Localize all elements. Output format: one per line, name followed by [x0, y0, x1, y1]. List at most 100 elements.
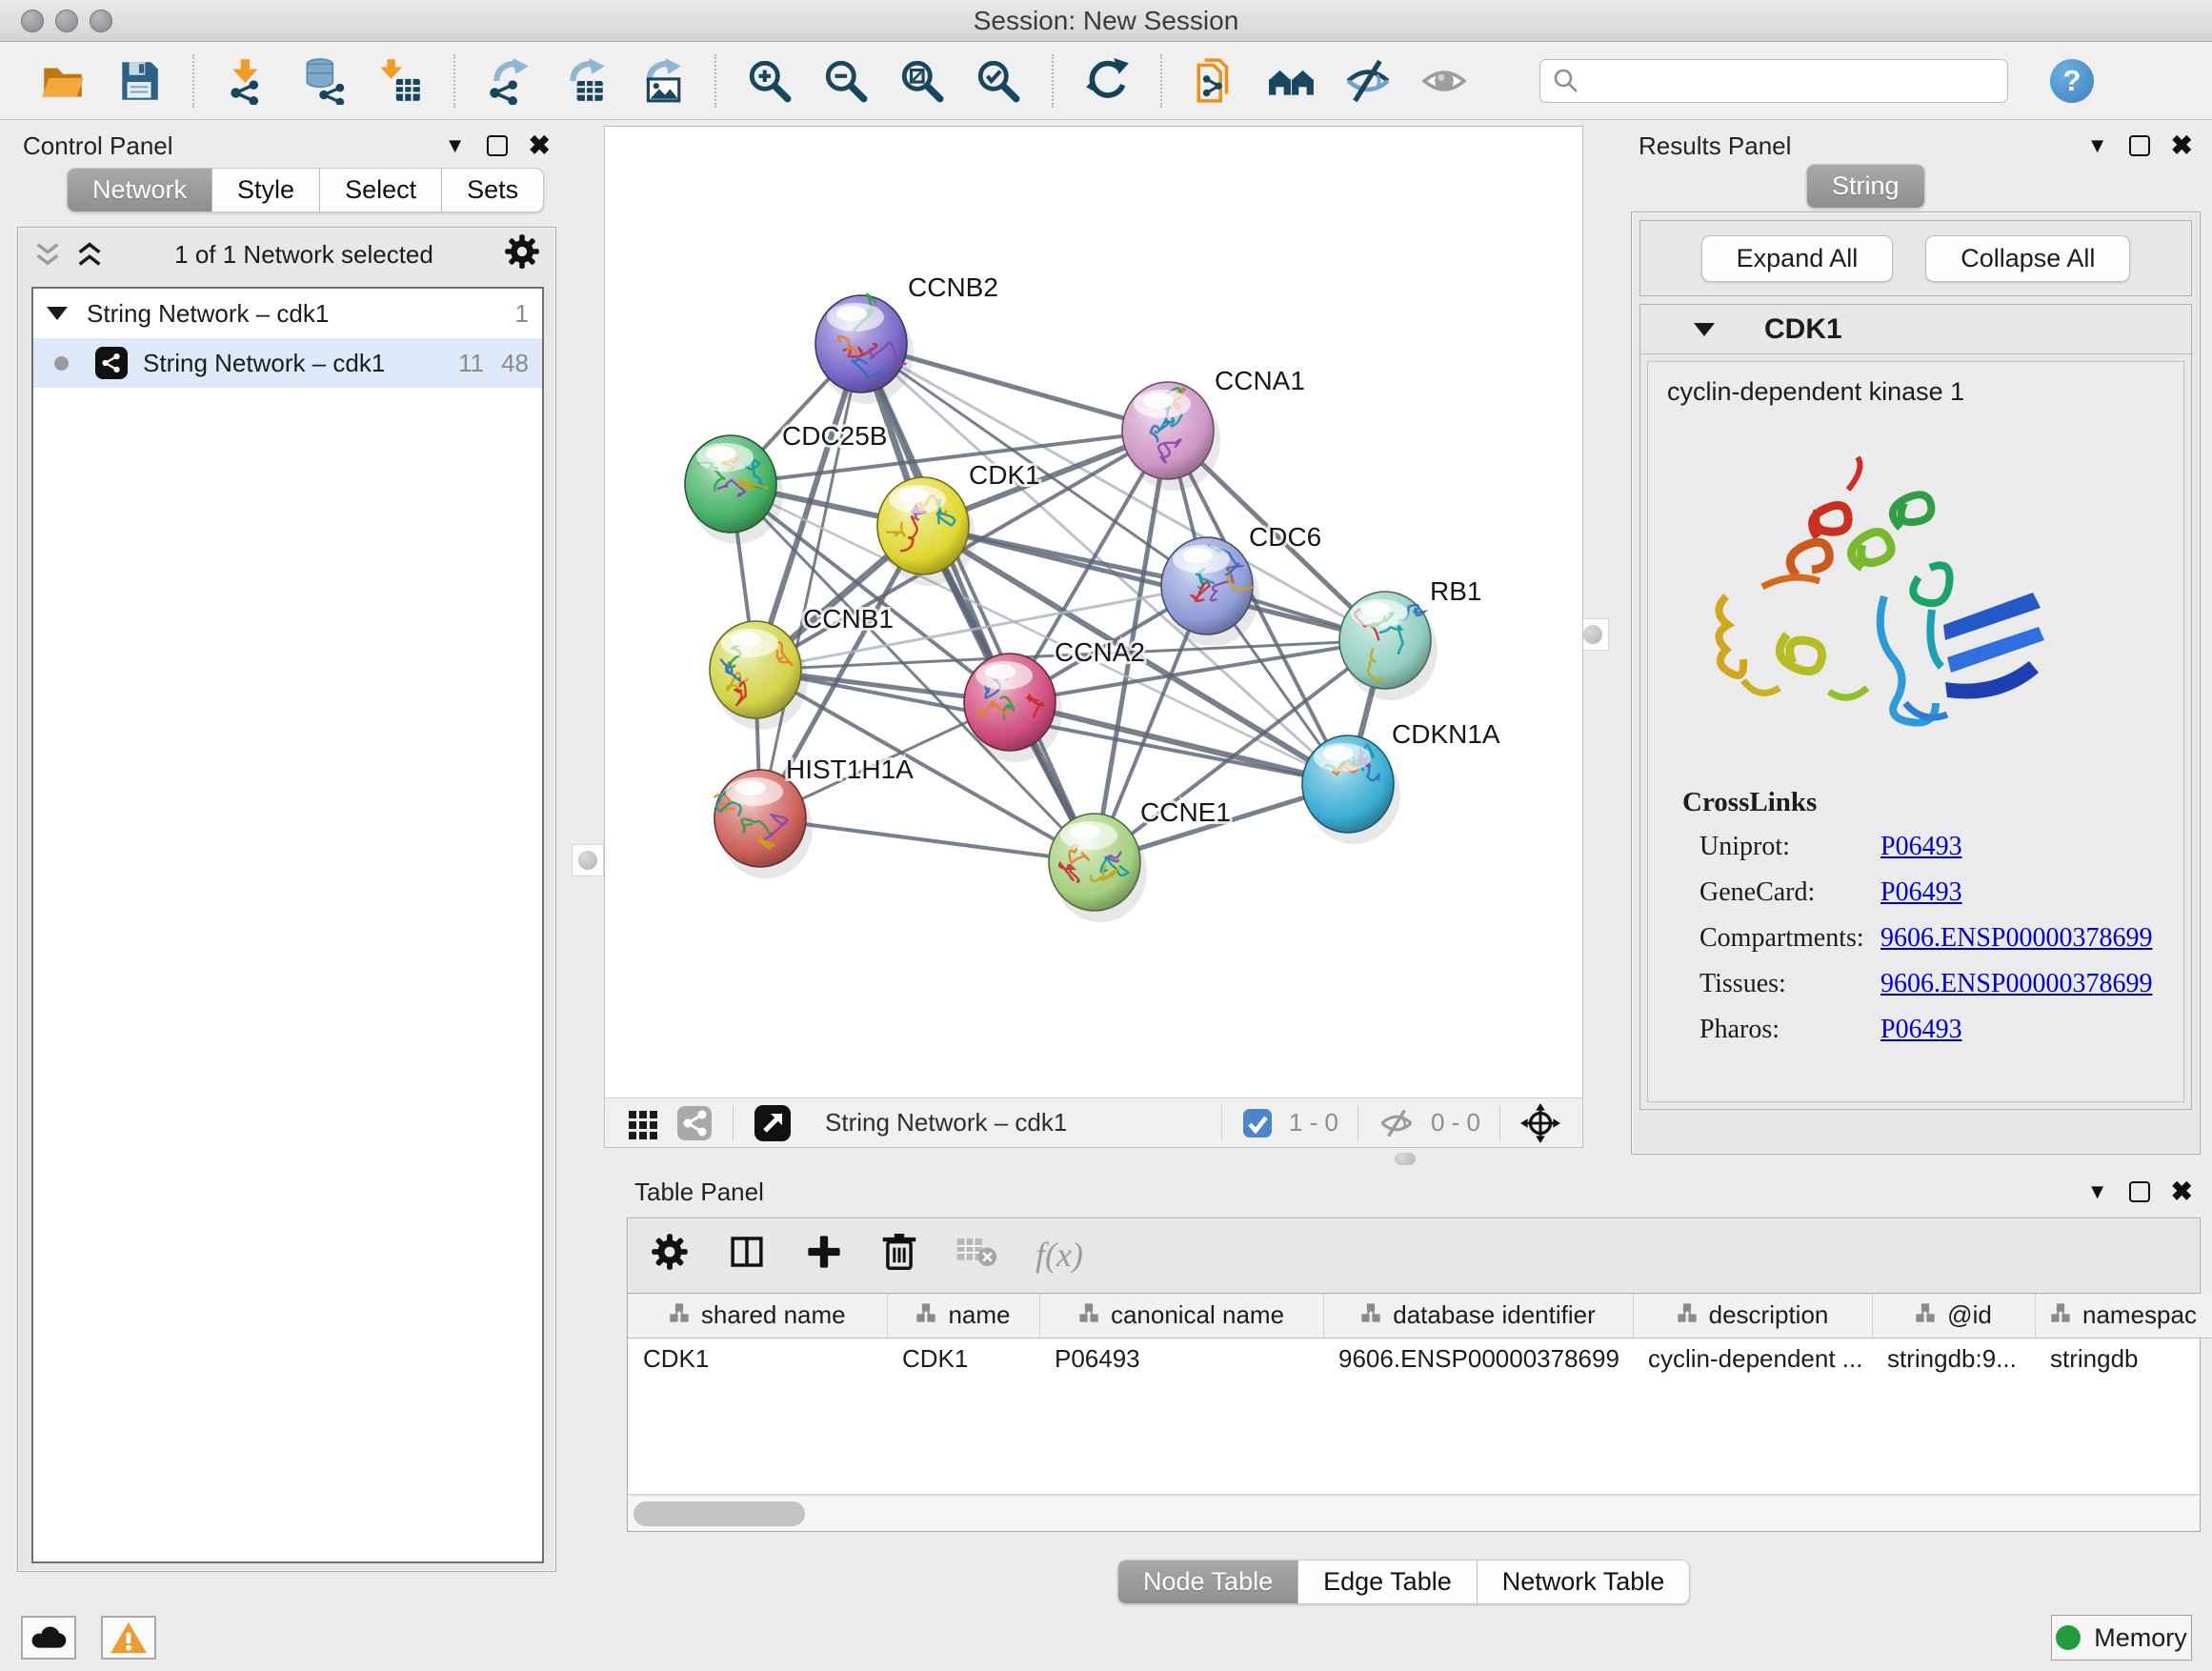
- tab-select[interactable]: Select: [320, 168, 442, 212]
- node-table[interactable]: shared namenamecanonical namedatabase id…: [628, 1293, 2200, 1495]
- table-cell[interactable]: 9606.ENSP00000378699: [1323, 1338, 1633, 1379]
- column-header-description[interactable]: description: [1633, 1294, 1872, 1338]
- expand-all-icon[interactable]: [75, 240, 104, 269]
- float-panel-icon[interactable]: [2129, 135, 2150, 156]
- expand-all-button[interactable]: Expand All: [1701, 235, 1894, 282]
- hidden-eye-icon[interactable]: [1378, 1107, 1415, 1139]
- warnings-button[interactable]: [101, 1616, 156, 1660]
- column-header-@id[interactable]: @id: [1872, 1294, 2035, 1338]
- float-panel-icon[interactable]: [2129, 1181, 2150, 1202]
- column-header-shared-name[interactable]: shared name: [628, 1294, 887, 1338]
- help-button[interactable]: ?: [2050, 59, 2094, 103]
- network-row-selected[interactable]: String Network – cdk1 11 48: [33, 338, 542, 388]
- tab-network[interactable]: Network: [67, 168, 212, 212]
- collection-expand-icon[interactable]: [47, 307, 68, 320]
- close-panel-icon[interactable]: ✖: [2171, 132, 2193, 159]
- network-node-CDKN1A[interactable]: [1302, 735, 1400, 844]
- table-cell[interactable]: stringdb: [2035, 1338, 2212, 1379]
- zoom-window-button[interactable]: [90, 10, 112, 32]
- delete-column-icon[interactable]: [881, 1232, 917, 1278]
- network-edge[interactable]: [760, 344, 861, 818]
- scrollbar-thumb[interactable]: [633, 1501, 805, 1526]
- network-graph[interactable]: CCNB2CCNA1CDC25BCDK1CDC6RB1CCNB1CCNA2CDK…: [605, 127, 1582, 1097]
- tab-node-table[interactable]: Node Table: [1117, 1560, 1298, 1604]
- import-database-icon[interactable]: [298, 55, 350, 107]
- crosslink-link[interactable]: P06493: [1880, 1015, 1962, 1044]
- crosslink-link[interactable]: 9606.ENSP00000378699: [1880, 969, 2152, 998]
- collapse-all-icon[interactable]: [33, 240, 62, 269]
- network-node-CCNA2[interactable]: [964, 654, 1062, 762]
- network-node-CDC25B[interactable]: [685, 435, 783, 544]
- column-header-canonical-name[interactable]: canonical name: [1039, 1294, 1323, 1338]
- import-network-icon[interactable]: [222, 55, 273, 107]
- export-network-icon[interactable]: [483, 55, 534, 107]
- export-image-icon[interactable]: [635, 55, 687, 107]
- table-horizontal-scrollbar[interactable]: [628, 1497, 2200, 1531]
- tab-style[interactable]: Style: [212, 168, 320, 212]
- window-titlebar[interactable]: Session: New Session: [0, 0, 2212, 42]
- crosslink-link[interactable]: 9606.ENSP00000378699: [1880, 923, 2152, 953]
- grid-view-icon[interactable]: [627, 1107, 659, 1139]
- minimize-window-button[interactable]: [55, 10, 78, 32]
- first-neighbors-icon[interactable]: [1266, 55, 1317, 107]
- collapse-all-button[interactable]: Collapse All: [1925, 235, 2130, 282]
- zoom-selected-icon[interactable]: [973, 55, 1024, 107]
- save-session-icon[interactable]: [113, 55, 165, 107]
- crosslink-link[interactable]: P06493: [1880, 877, 1962, 907]
- tab-sets[interactable]: Sets: [442, 168, 544, 212]
- search-box[interactable]: [1539, 59, 2008, 103]
- zoom-in-icon[interactable]: [744, 55, 795, 107]
- hide-selected-icon[interactable]: [1342, 55, 1394, 107]
- network-node-CCNA1[interactable]: [1122, 382, 1220, 491]
- network-node-HIST1H1A[interactable]: [714, 770, 813, 878]
- memory-button[interactable]: Memory: [2051, 1615, 2192, 1661]
- table-cell[interactable]: stringdb:9...: [1872, 1338, 2035, 1379]
- panel-menu-icon[interactable]: ▼: [445, 135, 466, 156]
- panel-menu-icon[interactable]: ▼: [2087, 135, 2108, 156]
- show-all-icon[interactable]: [1418, 55, 1470, 107]
- tab-edge-table[interactable]: Edge Table: [1298, 1560, 1478, 1604]
- float-panel-icon[interactable]: [487, 135, 508, 156]
- tab-string[interactable]: String: [1806, 164, 1925, 209]
- close-panel-icon[interactable]: ✖: [529, 132, 551, 159]
- left-splitter-handle[interactable]: [572, 844, 604, 876]
- tab-network-table[interactable]: Network Table: [1478, 1560, 1691, 1604]
- share-document-icon[interactable]: [1190, 55, 1241, 107]
- refresh-view-icon[interactable]: [1081, 55, 1133, 107]
- network-node-CCNB2[interactable]: [815, 294, 914, 404]
- column-header-database-identifier[interactable]: database identifier: [1323, 1294, 1633, 1338]
- share-view-icon[interactable]: [676, 1105, 713, 1141]
- cloud-status-button[interactable]: [21, 1616, 76, 1660]
- function-builder-icon[interactable]: f(x): [1036, 1235, 1083, 1275]
- detach-view-icon[interactable]: [754, 1104, 792, 1142]
- table-cell[interactable]: CDK1: [628, 1338, 887, 1379]
- result-entry-header[interactable]: CDK1: [1640, 305, 2191, 354]
- table-cell[interactable]: CDK1: [887, 1338, 1039, 1379]
- close-window-button[interactable]: [21, 10, 44, 32]
- fit-content-crosshair-icon[interactable]: [1520, 1103, 1560, 1143]
- table-cell[interactable]: cyclin-dependent ...: [1633, 1338, 1872, 1379]
- create-column-icon[interactable]: [805, 1233, 843, 1278]
- network-node-CCNE1[interactable]: [1049, 814, 1147, 922]
- panel-menu-icon[interactable]: ▼: [2087, 1181, 2108, 1202]
- table-row[interactable]: CDK1CDK1P064939606.ENSP00000378699cyclin…: [628, 1338, 2212, 1379]
- table-options-gear-icon[interactable]: [651, 1233, 689, 1278]
- network-collection-row[interactable]: String Network – cdk1 1: [33, 289, 542, 338]
- column-header-namespac[interactable]: namespac: [2035, 1294, 2212, 1338]
- import-table-icon[interactable]: [374, 55, 426, 107]
- export-table-icon[interactable]: [559, 55, 611, 107]
- selected-checkbox-icon[interactable]: [1242, 1108, 1273, 1138]
- network-node-RB1[interactable]: [1339, 592, 1438, 700]
- zoom-fit-icon[interactable]: [896, 55, 948, 107]
- network-node-CDK1[interactable]: [877, 477, 975, 586]
- zoom-out-icon[interactable]: [820, 55, 872, 107]
- search-input[interactable]: [1580, 67, 1996, 94]
- table-cell[interactable]: P06493: [1039, 1338, 1323, 1379]
- entry-collapse-icon[interactable]: [1694, 323, 1715, 336]
- network-canvas[interactable]: CCNB2CCNA1CDC25BCDK1CDC6RB1CCNB1CCNA2CDK…: [604, 126, 1583, 1148]
- column-header-name[interactable]: name: [887, 1294, 1039, 1338]
- open-file-icon[interactable]: [37, 55, 89, 107]
- show-columns-icon[interactable]: [727, 1232, 767, 1278]
- close-panel-icon[interactable]: ✖: [2171, 1178, 2193, 1205]
- network-options-gear-icon[interactable]: [504, 233, 540, 276]
